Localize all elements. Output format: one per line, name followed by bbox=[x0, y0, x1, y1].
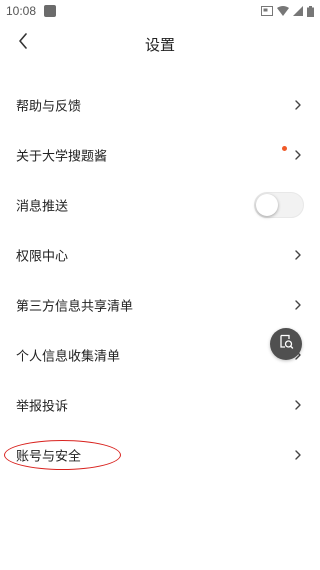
chevron-right-icon bbox=[294, 299, 302, 311]
screenshot-search-icon bbox=[278, 334, 294, 354]
row-label: 账号与安全 bbox=[16, 449, 82, 465]
chevron-right-icon bbox=[294, 399, 302, 411]
settings-row-help-feedback[interactable]: 帮助与反馈 bbox=[0, 80, 320, 130]
status-bar: 10:08 bbox=[0, 0, 320, 24]
settings-row-account-security[interactable]: 账号与安全 bbox=[0, 430, 320, 480]
toggle-knob bbox=[256, 194, 278, 216]
floating-screenshot-search-button[interactable] bbox=[270, 328, 302, 360]
settings-list: 帮助与反馈 关于大学搜题酱 消息推送 权限中心 第三方信息共享清单 个人信息收集… bbox=[0, 80, 320, 480]
header: 设置 bbox=[0, 28, 320, 60]
signal-icon bbox=[293, 6, 303, 16]
push-notification-toggle[interactable] bbox=[254, 192, 304, 218]
chevron-right-icon bbox=[294, 449, 302, 461]
settings-row-about[interactable]: 关于大学搜题酱 bbox=[0, 130, 320, 180]
settings-row-push-notifications: 消息推送 bbox=[0, 180, 320, 230]
page-title: 设置 bbox=[144, 36, 175, 54]
status-icons bbox=[261, 4, 314, 18]
row-label: 权限中心 bbox=[16, 249, 69, 265]
wifi-icon bbox=[277, 6, 289, 16]
chevron-right-icon bbox=[294, 249, 302, 261]
row-label: 消息推送 bbox=[16, 199, 69, 215]
screenshot-icon bbox=[261, 6, 273, 16]
row-label: 个人信息收集清单 bbox=[16, 349, 121, 365]
settings-row-report-complaint[interactable]: 举报投诉 bbox=[0, 380, 320, 430]
battery-icon bbox=[307, 5, 314, 17]
row-label: 关于大学搜题酱 bbox=[16, 149, 108, 165]
app-notification-icon bbox=[44, 5, 56, 17]
chevron-right-icon bbox=[294, 149, 302, 161]
settings-row-permissions[interactable]: 权限中心 bbox=[0, 230, 320, 280]
row-label: 举报投诉 bbox=[16, 399, 69, 415]
chevron-right-icon bbox=[294, 99, 302, 111]
row-label: 帮助与反馈 bbox=[16, 99, 82, 115]
row-label: 第三方信息共享清单 bbox=[16, 299, 134, 315]
notification-dot bbox=[282, 146, 287, 151]
status-time: 10:08 bbox=[6, 4, 37, 18]
settings-row-third-party-sharing[interactable]: 第三方信息共享清单 bbox=[0, 280, 320, 330]
